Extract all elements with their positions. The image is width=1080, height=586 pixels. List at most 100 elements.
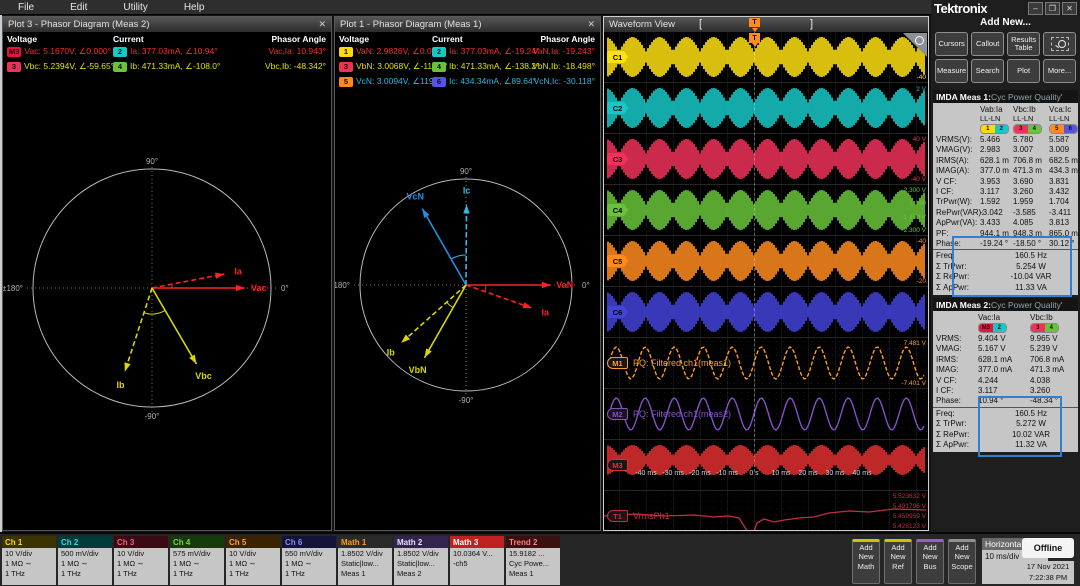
add-new-label: Add New... bbox=[980, 17, 1031, 28]
trace-badge-t1[interactable]: T1 bbox=[607, 510, 628, 522]
search-button[interactable]: Search bbox=[971, 59, 1005, 83]
channel-chip: 5 bbox=[339, 76, 353, 87]
overview-right-bracket-icon[interactable]: ] bbox=[810, 18, 813, 30]
offline-button[interactable]: Offline bbox=[1022, 538, 1074, 558]
trace-badge-c6[interactable]: C6 bbox=[607, 306, 628, 318]
add-new-ref-button[interactable]: Add New Ref bbox=[884, 539, 912, 584]
zoom-icon bbox=[1050, 37, 1069, 51]
waveform-slot-m3[interactable]: M3 bbox=[604, 439, 928, 490]
channel-badge-ch6[interactable]: Ch 6 550 mV/div 1 MΩ ∼ 1 THz bbox=[282, 536, 336, 585]
summary-row: Σ TrPwr: 5.254 W bbox=[936, 261, 1046, 271]
time-label: 10 ms bbox=[771, 470, 791, 477]
trace-badge-m3[interactable]: M3 bbox=[607, 459, 628, 471]
table-row: RePwr(VAR): -3.042 -3.585 -3.411 bbox=[936, 207, 1072, 217]
trigger-marker[interactable]: T bbox=[749, 33, 760, 47]
menu-file[interactable]: File bbox=[18, 2, 34, 13]
table-row: IRMS: 628.1 mA 706.8 mA bbox=[936, 354, 1065, 364]
minimize-icon[interactable]: – bbox=[1028, 1, 1043, 15]
waveform-slot-c4[interactable]: C4 2.300 V 1.150 -1.150 V -2.300 V bbox=[604, 184, 928, 235]
summary-row: Σ RePwr: -10.04 VAR bbox=[936, 272, 1052, 282]
current-readout: Ia: 377.03mA, ∠-19.24° bbox=[449, 46, 540, 56]
zoom-corner-icon[interactable] bbox=[903, 33, 927, 57]
trace-badge-c4[interactable]: C4 bbox=[607, 204, 628, 216]
channel-badge-ch4[interactable]: Ch 4 575 mV/div 1 MΩ ∼ 1 THz bbox=[170, 536, 224, 585]
scale-label: 5.428123 V bbox=[892, 523, 926, 530]
scale-label: 5.459959 V bbox=[892, 513, 926, 520]
more-button[interactable]: More... bbox=[1043, 59, 1076, 83]
channel-badge-trend2[interactable]: Trend 2 15.9182 ... Cyc Powe... Meas 1 bbox=[506, 536, 560, 585]
add-new-math-button[interactable]: Add New Math bbox=[852, 539, 880, 584]
trace-badge-c3[interactable]: C3 bbox=[607, 153, 628, 165]
plot-button[interactable]: Plot bbox=[1007, 59, 1041, 83]
readout-row: 3 VbN: 3.0068V, ∠-119.7° 4 Ib: 471.33mA, ∠-… bbox=[335, 61, 600, 76]
waveform-slot-m1[interactable]: M1 PQ: Filtered ch1(meas1) 7.481 V -7.401 V bbox=[604, 337, 928, 388]
phasor-angle-readout: Vbc,Ib: -48.342° bbox=[264, 61, 326, 71]
trace-badge-c2[interactable]: C2 bbox=[607, 102, 628, 114]
waveform-slot-c5[interactable]: C5 -40 -20 bbox=[604, 235, 928, 286]
col-phasor-angle: Phasor Angle bbox=[540, 34, 595, 44]
channel-badge-math2[interactable]: Math 2 1.8502 V/div Static|low... Meas 2 bbox=[394, 536, 448, 585]
scale-label: -40 bbox=[916, 238, 926, 245]
trace-badge-c1[interactable]: C1 bbox=[607, 51, 628, 63]
waveform-graticule[interactable]: C1 -20 -40 C2 2 V C3 40 V -40 V C4 2.300 V 1.150 -1… bbox=[604, 32, 928, 530]
scale-label: -2.300 V bbox=[901, 227, 926, 234]
overview-left-bracket-icon[interactable]: [ bbox=[699, 18, 702, 30]
svg-text:Vac: Vac bbox=[251, 283, 267, 293]
time-label: -40 ms bbox=[635, 470, 657, 477]
source-badge-pill: 34 bbox=[1013, 124, 1042, 134]
trace-badge-c5[interactable]: C5 bbox=[607, 255, 628, 267]
summary-row: Freq: 160.5 Hz bbox=[936, 251, 1048, 261]
waveform-slot-c3[interactable]: C3 40 V -40 V bbox=[604, 133, 928, 184]
add-new-bus-button[interactable]: Add New Bus bbox=[916, 539, 944, 584]
restore-icon[interactable]: ❐ bbox=[1045, 1, 1060, 15]
readout-row: 5 VcN: 3.0094V, ∠119.8° 6 Ic: 434.34mA, ∠89… bbox=[335, 76, 600, 91]
time-label: -20 ms bbox=[689, 470, 711, 477]
channel-badge-ch3[interactable]: Ch 3 10 V/div 1 MΩ ∼ 1 THz bbox=[114, 536, 168, 585]
table-row: V CF: 4.244 4.038 bbox=[936, 375, 1051, 385]
menu-utility[interactable]: Utility bbox=[123, 2, 147, 13]
waveform-slot-c2[interactable]: C2 2 V bbox=[604, 82, 928, 133]
scale-label: 40 V bbox=[912, 136, 926, 143]
channel-badge-math3[interactable]: Math 3 10.0364 V... -ch5 bbox=[450, 536, 504, 585]
close-window-icon[interactable]: ✕ bbox=[1062, 1, 1077, 15]
channel-chip: 1 bbox=[339, 46, 353, 57]
waveform-view-title-bar[interactable]: Waveform View [ T ] bbox=[604, 17, 928, 32]
channel-chip: 6 bbox=[432, 76, 446, 87]
trace-badge-m1[interactable]: M1 bbox=[607, 357, 628, 369]
waveform-slot-t1[interactable]: T1 VrmsPh1 5.523632 V 5.491796 V 5.459959 V 5… bbox=[604, 490, 928, 530]
svg-text:90°: 90° bbox=[460, 167, 472, 176]
results-table-button[interactable]: Results Table bbox=[1007, 32, 1041, 56]
col-voltage: Voltage bbox=[339, 34, 370, 44]
trigger-overview-marker[interactable]: T bbox=[749, 18, 760, 32]
plot3-readout: Voltage Current Phasor Angle M3 Vac: 5.1670V… bbox=[3, 32, 331, 94]
scale-label: 5.523632 V bbox=[892, 493, 926, 500]
channel-badge-ch2[interactable]: Ch 2 500 mV/div 1 MΩ ∼ 1 THz bbox=[58, 536, 112, 585]
channel-badge-ch5[interactable]: Ch 5 10 V/div 1 MΩ ∼ 1 THz bbox=[226, 536, 280, 585]
add-new-scope-button[interactable]: Add New Scope bbox=[948, 539, 976, 584]
table-row: I CF: 3.117 3.260 3.432 bbox=[936, 187, 1070, 197]
svg-text:Ib: Ib bbox=[116, 380, 125, 390]
summary-row: Σ TrPwr: 5.272 W bbox=[936, 419, 1046, 429]
tektronix-logo: Tektronix bbox=[934, 0, 988, 16]
menu-help[interactable]: Help bbox=[184, 2, 205, 13]
table-row: ApPwr(VA): 3.433 4.085 3.813 bbox=[936, 218, 1070, 228]
plot1-panel: Plot 1 - Phasor Diagram (Meas 1) ✕ Volta… bbox=[334, 16, 601, 531]
table-column-headers: Vab:Ia LL-LN 1 2 Vbc:Ib LL-LN 3 4 Vca:Ic LL-LN 5 6 bbox=[933, 103, 1078, 135]
scale-label: -7.401 V bbox=[901, 380, 926, 387]
summary-row: Σ ApPwr: 11.33 VA bbox=[936, 282, 1047, 292]
svg-text:Ic: Ic bbox=[463, 185, 471, 195]
measure-button[interactable]: Measure bbox=[935, 59, 969, 83]
table-row: V CF: 3.953 3.690 3.831 bbox=[936, 176, 1070, 186]
zoom-tool-button[interactable] bbox=[1043, 32, 1076, 56]
waveform-slot-c6[interactable]: C6 bbox=[604, 286, 928, 337]
waveform-slot-m2[interactable]: M2 PQ: Filtered ch1(meas2) bbox=[604, 388, 928, 439]
scale-label: -1.150 V bbox=[901, 213, 926, 221]
cursors-button[interactable]: Cursors bbox=[935, 32, 969, 56]
callout-button[interactable]: Callout bbox=[971, 32, 1005, 56]
trace-badge-m2[interactable]: M2 bbox=[607, 408, 628, 420]
waveform-slot-c1[interactable]: C1 -20 -40 bbox=[604, 32, 928, 82]
channel-badge-math1[interactable]: Math 1 1.8502 V/div Static|low... Meas 1 bbox=[338, 536, 392, 585]
svg-text:Ib: Ib bbox=[387, 347, 396, 357]
channel-badge-ch1[interactable]: Ch 1 10 V/div 1 MΩ ∼ 1 THz bbox=[2, 536, 56, 585]
menu-edit[interactable]: Edit bbox=[70, 2, 87, 13]
